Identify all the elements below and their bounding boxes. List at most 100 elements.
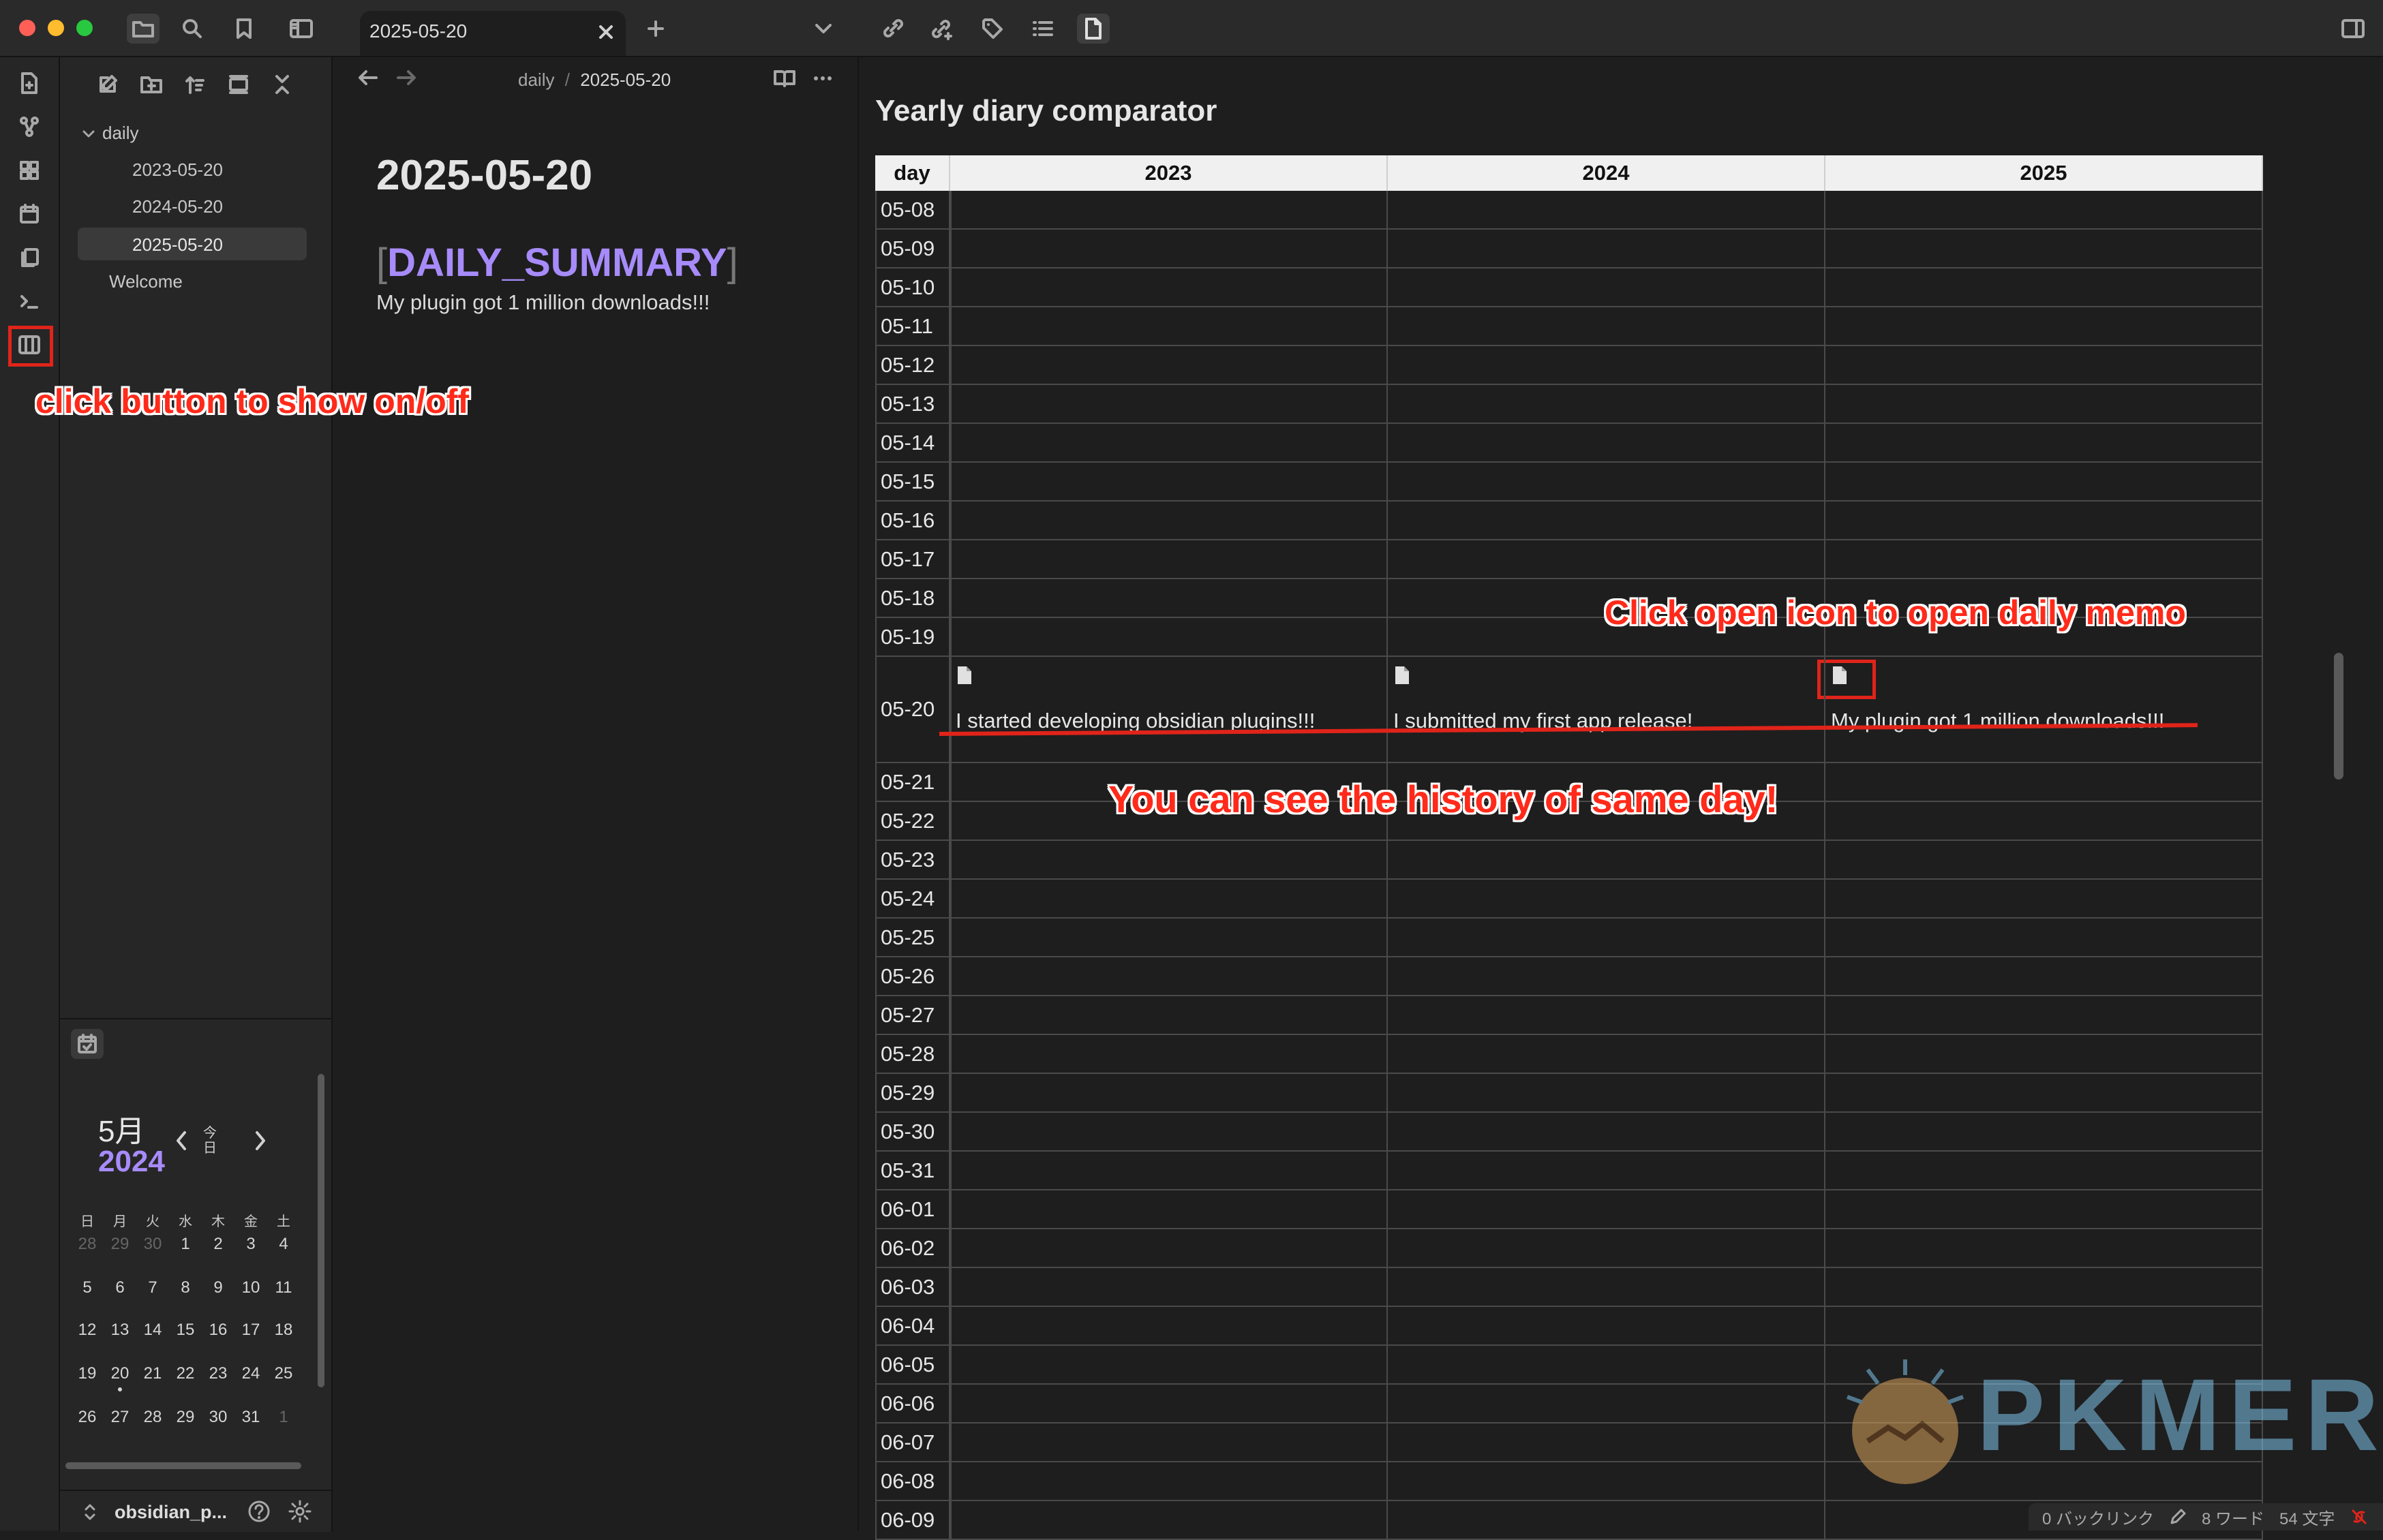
calendar-h-scrollbar[interactable]	[65, 1462, 301, 1469]
calendar-day[interactable]: 16	[202, 1321, 234, 1340]
terminal-icon[interactable]	[14, 286, 44, 316]
prev-month-icon[interactable]	[174, 1130, 188, 1152]
auto-reveal-icon[interactable]	[224, 70, 254, 99]
comparator-scrollbar[interactable]	[2334, 653, 2343, 780]
new-note-edit-icon[interactable]	[93, 70, 123, 99]
table-row: 05-12	[875, 346, 2263, 385]
minimize-window-button[interactable]	[48, 20, 64, 36]
calendar-day[interactable]: 9	[202, 1278, 234, 1297]
file-item[interactable]: 2024-05-20	[132, 196, 223, 217]
file-item-welcome[interactable]: Welcome	[109, 271, 183, 292]
close-tab-icon[interactable]	[597, 23, 615, 41]
note-heading: 2025-05-20	[376, 152, 593, 199]
calendar-check-icon[interactable]	[71, 1029, 104, 1059]
calendar-day[interactable]: 24	[234, 1364, 267, 1383]
search-icon[interactable]	[176, 14, 209, 44]
folder-daily[interactable]: daily	[82, 123, 138, 144]
weekday-label: 火	[146, 1214, 160, 1229]
folder-icon[interactable]	[127, 14, 160, 44]
calendar-day[interactable]: 10	[234, 1278, 267, 1297]
reading-view-icon[interactable]	[773, 68, 796, 89]
calendar-day[interactable]: 2	[202, 1235, 234, 1254]
open-memo-icon[interactable]	[956, 665, 973, 686]
edit-pencil-icon[interactable]	[2169, 1508, 2187, 1526]
file-item[interactable]: 2023-05-20	[132, 159, 223, 181]
calendar-day[interactable]: 15	[169, 1321, 202, 1340]
next-month-icon[interactable]	[254, 1130, 267, 1152]
calendar-day[interactable]: 18	[267, 1321, 300, 1340]
calendar-day[interactable]: 7	[136, 1278, 169, 1297]
calendar-day[interactable]: 30	[136, 1235, 169, 1254]
vault-chevron-icon[interactable]	[83, 1502, 97, 1522]
calendar-day[interactable]: 11	[267, 1278, 300, 1297]
day-cell: 05-29	[875, 1074, 950, 1111]
calendar-scrollbar[interactable]	[318, 1074, 324, 1387]
calendar-day[interactable]: 29	[169, 1408, 202, 1427]
tab-active-note[interactable]: 2025-05-20	[360, 11, 626, 56]
sync-off-icon[interactable]	[2350, 1507, 2369, 1526]
calendar-day[interactable]: 21	[136, 1364, 169, 1383]
tag-icon[interactable]	[976, 14, 1009, 44]
calendar-day[interactable]: 12	[71, 1321, 104, 1340]
calendar-day[interactable]: 29	[104, 1235, 136, 1254]
graph-icon[interactable]	[14, 112, 44, 142]
new-note-icon[interactable]	[14, 68, 44, 98]
breadcrumb-file[interactable]: 2025-05-20	[580, 70, 671, 90]
calendar-day[interactable]: 28	[136, 1408, 169, 1427]
weekday-label: 金	[244, 1214, 258, 1229]
calendar-day[interactable]: 1	[169, 1235, 202, 1254]
more-options-icon[interactable]	[813, 68, 833, 89]
calendar-day[interactable]: 1	[267, 1408, 300, 1427]
file-icon[interactable]	[1077, 14, 1110, 44]
dashboard-icon[interactable]	[14, 155, 44, 185]
calendar-day[interactable]: 5	[71, 1278, 104, 1297]
calendar-day[interactable]: 22	[169, 1364, 202, 1383]
calendar-day[interactable]: 31	[234, 1408, 267, 1427]
calendar-day[interactable]: 19	[71, 1364, 104, 1383]
backlinks-count[interactable]: 0 バックリンク	[2042, 1505, 2154, 1529]
settings-gear-icon[interactable]	[288, 1499, 312, 1524]
breadcrumb-folder[interactable]: daily	[518, 70, 554, 90]
calendar-day[interactable]: 25	[267, 1364, 300, 1383]
day-cell: 06-08	[875, 1462, 950, 1500]
day-cell: 05-21	[875, 763, 950, 801]
new-tab-icon[interactable]	[639, 14, 672, 44]
link-plus-icon[interactable]	[926, 14, 958, 44]
right-sidebar-toggle-icon[interactable]	[2337, 14, 2369, 44]
calendar-day[interactable]: 28	[71, 1235, 104, 1254]
calendar-day[interactable]: 4	[267, 1235, 300, 1254]
calendar-day[interactable]: 13	[104, 1321, 136, 1340]
calendar-day[interactable]: 26	[71, 1408, 104, 1427]
copy-icon[interactable]	[14, 243, 44, 273]
calendar-day[interactable]: 6	[104, 1278, 136, 1297]
file-item-selected[interactable]: 2025-05-20	[78, 228, 307, 260]
calendar-day[interactable]: 8	[169, 1278, 202, 1297]
link-icon[interactable]	[877, 14, 909, 44]
calendar-day[interactable]: 27	[104, 1408, 136, 1427]
sort-icon[interactable]	[180, 70, 210, 99]
help-icon[interactable]	[247, 1499, 271, 1524]
weekday-label: 木	[211, 1214, 225, 1229]
note-body-text[interactable]: My plugin got 1 million downloads!!!	[376, 290, 710, 315]
calendar-icon[interactable]	[14, 199, 44, 229]
sidebar-toggle-icon[interactable]	[285, 14, 318, 44]
vault-name[interactable]: obsidian_p...	[115, 1502, 227, 1523]
calendar-day[interactable]: 3	[234, 1235, 267, 1254]
tab-list-chevron-icon[interactable]	[807, 14, 840, 44]
forward-arrow-icon[interactable]	[395, 68, 417, 87]
back-arrow-icon[interactable]	[357, 68, 379, 87]
maximize-window-button[interactable]	[76, 20, 93, 36]
today-button[interactable]: 今日	[202, 1126, 218, 1156]
list-icon[interactable]	[1027, 14, 1059, 44]
collapse-all-icon[interactable]	[267, 70, 297, 99]
calendar-day[interactable]: 23	[202, 1364, 234, 1383]
calendar-day[interactable]: 14	[136, 1321, 169, 1340]
vault-switcher: obsidian_p...	[60, 1490, 333, 1532]
calendar-day[interactable]: 17	[234, 1321, 267, 1340]
open-memo-icon[interactable]	[1393, 665, 1411, 686]
new-folder-icon[interactable]	[136, 70, 166, 99]
calendar-day[interactable]: 20	[104, 1364, 136, 1383]
calendar-day[interactable]: 30	[202, 1408, 234, 1427]
close-window-button[interactable]	[19, 20, 35, 36]
bookmark-icon[interactable]	[228, 14, 260, 44]
